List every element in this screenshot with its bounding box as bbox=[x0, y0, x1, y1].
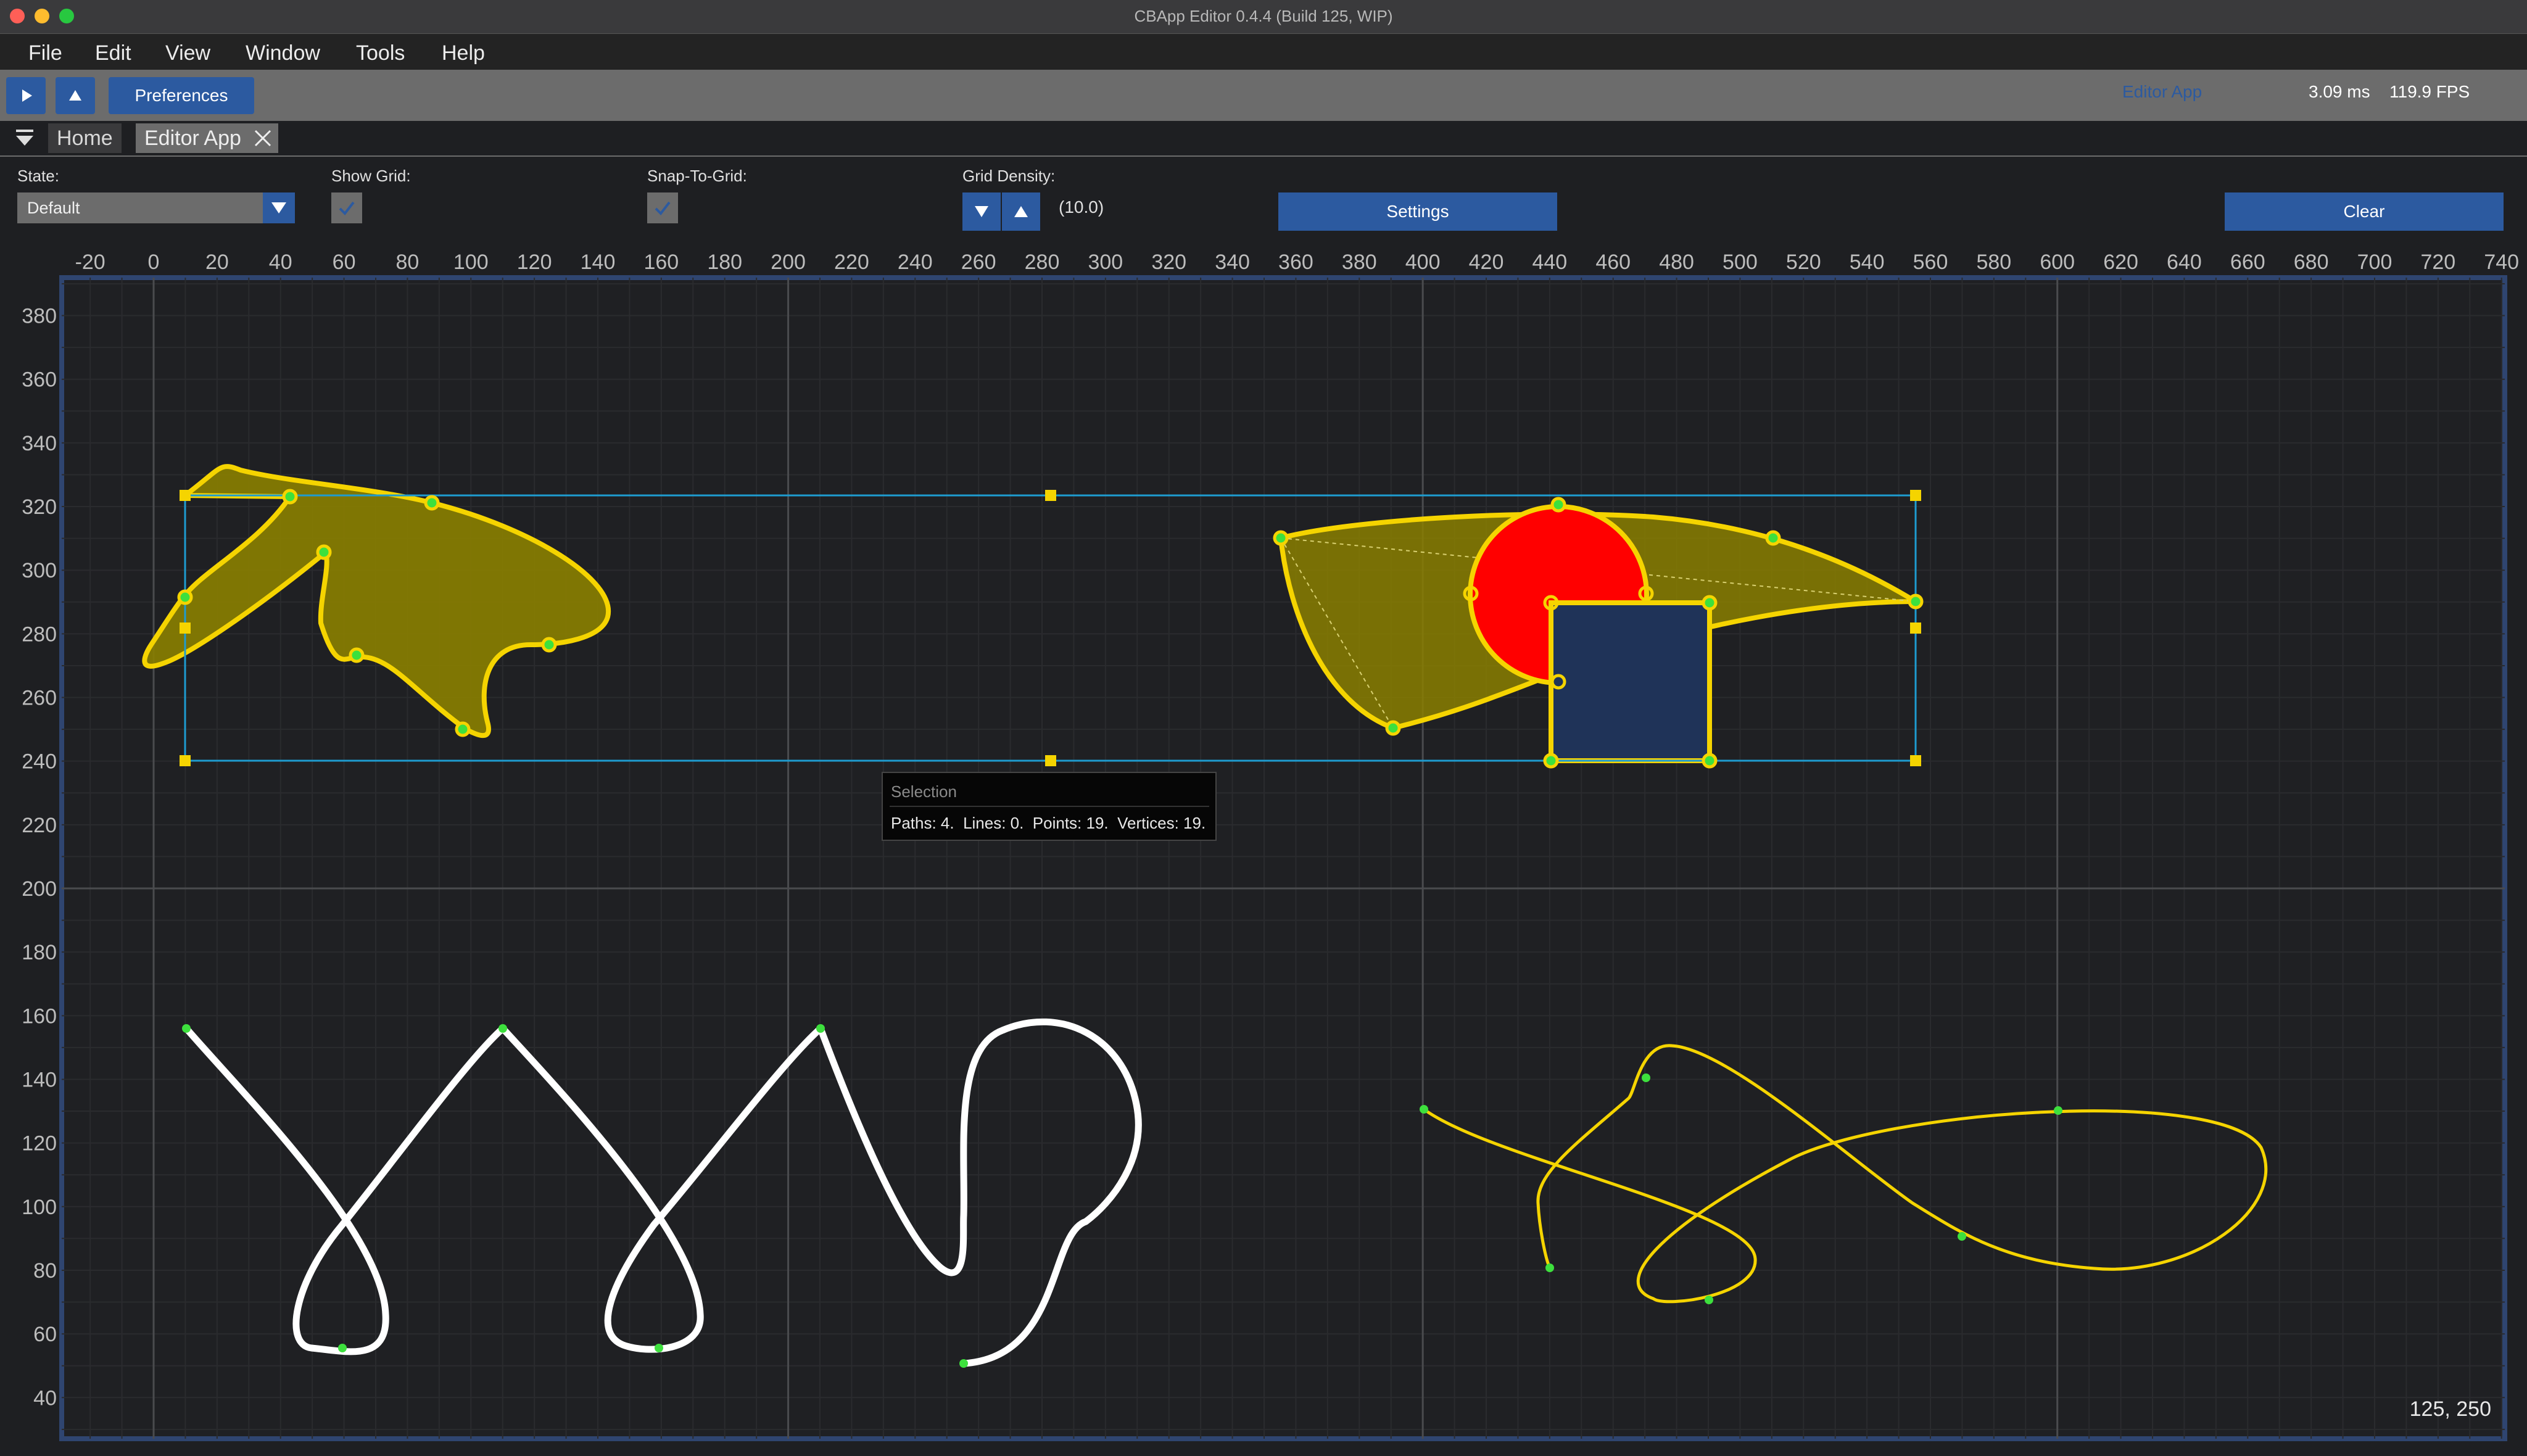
x-axis-ticks: -20 0 20 40 60 80 100 120 140 160 180 200 220 240 260 2… bbox=[75, 250, 2520, 274]
y-tick-label: 320 bbox=[22, 495, 57, 519]
y-tick-label: 380 bbox=[22, 305, 57, 328]
x-tick-label: 640 bbox=[2167, 250, 2202, 274]
y-tick-label: 240 bbox=[22, 750, 57, 774]
y-tick-label: 160 bbox=[22, 1004, 57, 1028]
y-tick-label: 360 bbox=[22, 368, 57, 392]
x-tick-label: 300 bbox=[1088, 250, 1123, 274]
x-tick-label: 540 bbox=[1850, 250, 1885, 274]
x-tick-label: 660 bbox=[2230, 250, 2265, 274]
x-tick-label: 20 bbox=[205, 250, 229, 274]
x-tick-label: 440 bbox=[1532, 250, 1567, 274]
selection-tooltip: Selection Paths: 4. Lines: 0. Points: 19… bbox=[882, 772, 1217, 841]
y-tick-label: 40 bbox=[33, 1386, 57, 1410]
y-tick-label: 280 bbox=[22, 623, 57, 646]
x-tick-label: 380 bbox=[1342, 250, 1377, 274]
x-tick-label: 260 bbox=[961, 250, 996, 274]
y-tick-label: 260 bbox=[22, 687, 57, 710]
x-tick-label: 40 bbox=[269, 250, 292, 274]
x-tick-label: 560 bbox=[1913, 250, 1948, 274]
x-tick-label: 680 bbox=[2294, 250, 2329, 274]
x-tick-label: 140 bbox=[581, 250, 616, 274]
x-tick-label: 280 bbox=[1025, 250, 1060, 274]
x-tick-label: 220 bbox=[834, 250, 869, 274]
x-tick-label: 740 bbox=[2484, 250, 2519, 274]
x-tick-label: 60 bbox=[333, 250, 356, 274]
x-tick-label: 720 bbox=[2420, 250, 2455, 274]
canvas-background bbox=[59, 275, 2507, 1441]
editor-canvas[interactable]: -20 0 20 40 60 80 100 120 140 160 180 200 220 240 260 2… bbox=[0, 0, 2527, 1456]
x-tick-label: 620 bbox=[2103, 250, 2138, 274]
x-tick-label: 340 bbox=[1215, 250, 1250, 274]
y-tick-label: 200 bbox=[22, 877, 57, 901]
x-tick-label: 160 bbox=[643, 250, 679, 274]
x-tick-label: 120 bbox=[517, 250, 552, 274]
x-tick-label: 480 bbox=[1659, 250, 1694, 274]
x-tick-label: 240 bbox=[898, 250, 933, 274]
x-tick-label: 400 bbox=[1405, 250, 1441, 274]
y-tick-label: 180 bbox=[22, 941, 57, 964]
x-tick-label: 420 bbox=[1469, 250, 1504, 274]
y-tick-label: 300 bbox=[22, 559, 57, 582]
x-tick-label: 80 bbox=[396, 250, 420, 274]
y-tick-label: 60 bbox=[33, 1323, 57, 1346]
y-axis-ticks: 380 360 340 320 300 280 260 240 220 200 180 160 140 1… bbox=[22, 305, 57, 1410]
y-tick-label: 340 bbox=[22, 432, 57, 455]
x-tick-label: 0 bbox=[148, 250, 160, 274]
y-tick-label: 100 bbox=[22, 1196, 57, 1219]
x-tick-label: 580 bbox=[1976, 250, 2011, 274]
x-tick-label: 700 bbox=[2357, 250, 2393, 274]
x-tick-label: 320 bbox=[1151, 250, 1186, 274]
x-tick-label: 180 bbox=[707, 250, 742, 274]
y-tick-label: 220 bbox=[22, 814, 57, 837]
x-tick-label: 500 bbox=[1723, 250, 1758, 274]
x-tick-label: 200 bbox=[771, 250, 806, 274]
y-tick-label: 80 bbox=[33, 1259, 57, 1283]
y-tick-label: 140 bbox=[22, 1068, 57, 1091]
x-tick-label: 520 bbox=[1786, 250, 1821, 274]
x-tick-label: 100 bbox=[453, 250, 489, 274]
x-tick-label: -20 bbox=[75, 250, 105, 274]
selection-tooltip-title: Selection bbox=[891, 782, 957, 801]
y-tick-label: 120 bbox=[22, 1132, 57, 1156]
blue-rectangle-shape[interactable] bbox=[1549, 600, 1712, 763]
selection-tooltip-info: Paths: 4. Lines: 0. Points: 19. Vertices… bbox=[891, 814, 1206, 832]
x-tick-label: 460 bbox=[1595, 250, 1631, 274]
cursor-coordinate-readout: 125, 250 bbox=[2410, 1397, 2491, 1421]
x-tick-label: 600 bbox=[2040, 250, 2075, 274]
x-tick-label: 360 bbox=[1278, 250, 1313, 274]
